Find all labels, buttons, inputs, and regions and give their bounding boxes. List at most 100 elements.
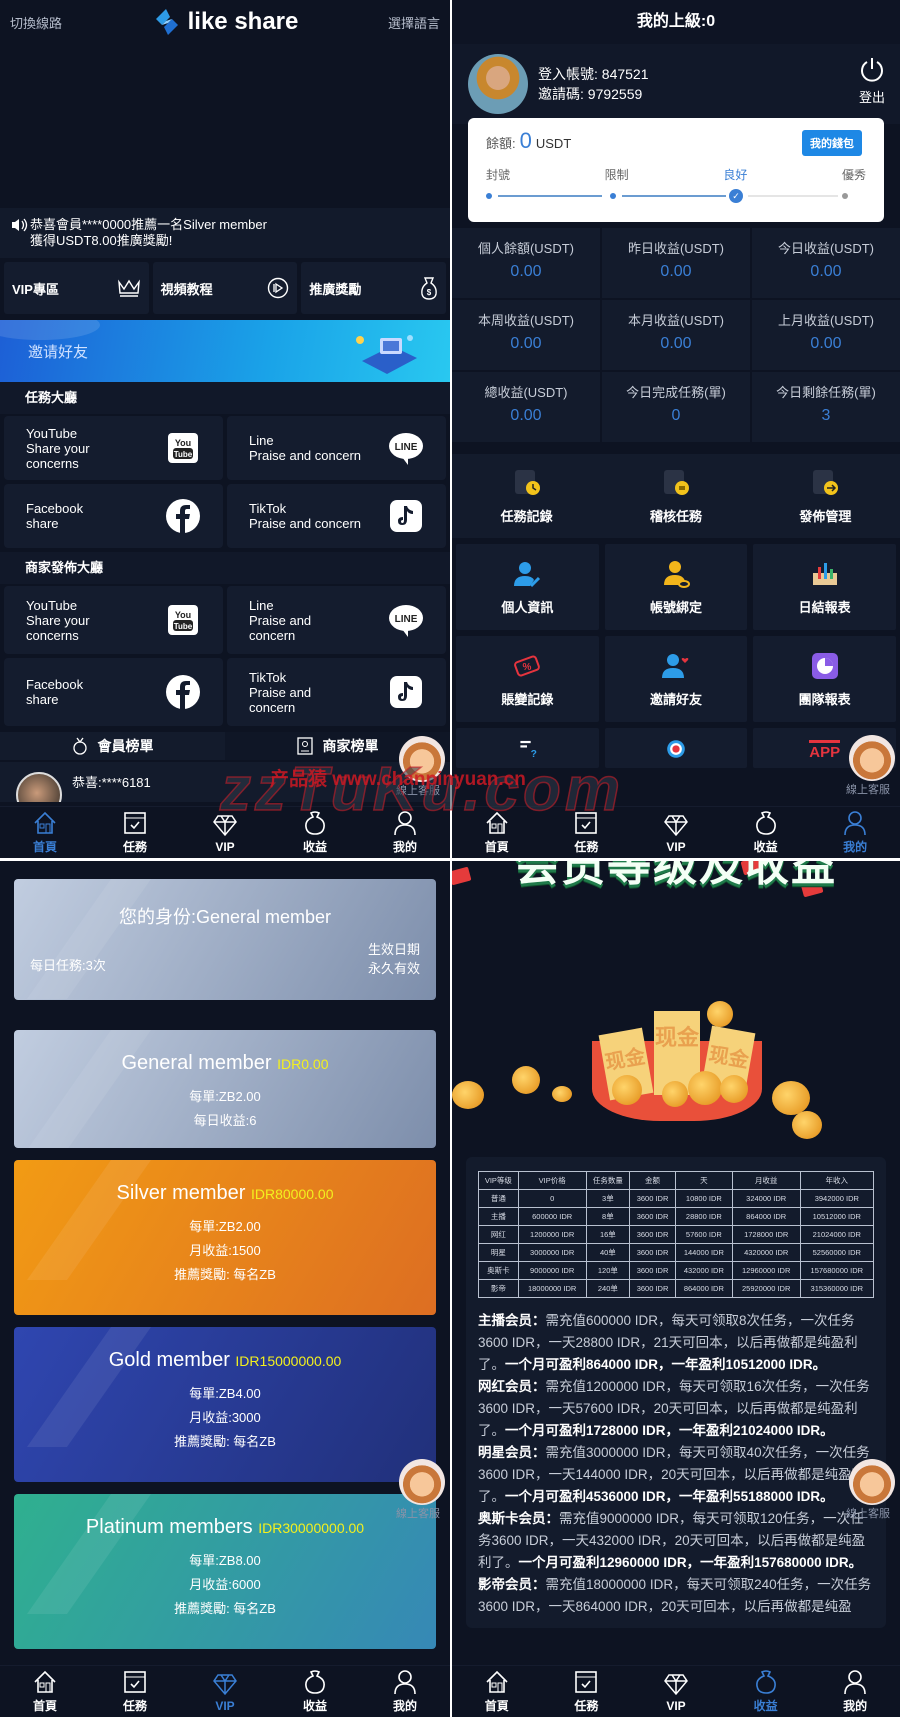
vip-tier-card-silver[interactable]: Silver member IDR80000.00 每單:ZB2.00 月收益:15… (14, 1160, 436, 1315)
tab-home[interactable]: 首頁 (452, 807, 542, 858)
task-card-line[interactable]: Line Praise and concern LINE (227, 416, 446, 480)
menu-help[interactable]: ? (456, 728, 599, 768)
vip-tier-card-gold[interactable]: Gold member IDR15000000.00 每單:ZB4.00 月收益:3… (14, 1327, 436, 1482)
task-card-youtube[interactable]: YouTube Share your concerns You Tube (4, 416, 223, 480)
vip-tier-card-general[interactable]: General member IDR0.00 每單:ZB2.00 每日收益:6 (14, 1030, 436, 1148)
tab-task[interactable]: 任務 (90, 807, 180, 858)
video-tutorial-button[interactable]: 視頻教程 (152, 262, 298, 314)
tab-home[interactable]: 首頁 (452, 1666, 542, 1717)
level-excellent: 優秀 (841, 168, 866, 182)
customer-service-button[interactable]: 線上客服 (396, 1459, 446, 1521)
account-value: 847521 (601, 66, 649, 82)
table-cell: 9000000 IDR (517, 1261, 587, 1280)
rule-paragraph: 奥斯卡会员：需充值9000000 IDR，每天可领取120任务，一次任务3600… (478, 1508, 874, 1574)
tab-user[interactable]: 我的 (360, 807, 450, 858)
app-icon: APP (809, 740, 841, 761)
table-cell: 影帝 (478, 1279, 519, 1298)
tab-money-bag[interactable]: 收益 (270, 807, 360, 858)
menu-team-report[interactable]: 團隊報表 (753, 636, 896, 722)
task-card-title: YouTube (26, 425, 78, 441)
logout-button[interactable]: 登出 (858, 56, 886, 106)
menu-audit-tasks[interactable]: 稽核任務 (601, 454, 750, 538)
tab-label: 任務 (122, 1699, 147, 1713)
promotion-reward-button[interactable]: 推廣獎勵 $ (301, 262, 447, 314)
my-wallet-button[interactable]: 我的錢包 (802, 130, 862, 156)
invite-friends-banner[interactable]: 邀请好友 (0, 320, 450, 382)
customer-service-label: 線上客服 (846, 1508, 890, 1520)
money-bag-icon (755, 811, 776, 835)
tab-label: 首頁 (484, 840, 509, 854)
menu-invite-friends[interactable]: 邀請好友 (604, 636, 748, 722)
customer-service-button[interactable]: 線上客服 (846, 735, 896, 797)
stat-label: 今日收益(USDT) (777, 241, 875, 256)
coin-icon (552, 1086, 572, 1102)
home-icon (34, 811, 56, 834)
table-row: 主播 600000 IDR 8单 3600 IDR 28800 IDR 864000 ID… (478, 1207, 875, 1226)
table-row: 网红 1200000 IDR 16单 3600 IDR 57600 IDR 1728000… (478, 1225, 875, 1244)
menu-balance-records[interactable]: % 賬變記錄 (456, 636, 599, 722)
task-card-desc: Praise and concern (249, 684, 312, 715)
vip-zone-button[interactable]: VIP專區 (4, 262, 149, 314)
merchant-card-facebook[interactable]: Facebook share (4, 658, 223, 726)
menu-task-records[interactable]: 任務記錄 (452, 454, 601, 538)
tab-diamond[interactable]: VIP (180, 807, 270, 858)
menu-badge[interactable] (604, 728, 748, 768)
tab-diamond[interactable]: VIP (180, 1666, 270, 1717)
task-card-facebook[interactable]: Facebook share (4, 484, 223, 548)
effective-date: 生效日期 永久有效 (368, 940, 420, 978)
table-cell: 18000000 IDR (517, 1279, 587, 1298)
tab-member-ranking[interactable]: 會員榜單 (0, 732, 225, 760)
table-cell: 3600 IDR (629, 1243, 676, 1262)
tier-name: Platinum members (85, 1516, 253, 1538)
coin-icon (662, 1081, 688, 1107)
tab-user[interactable]: 我的 (360, 1666, 450, 1717)
task-hall-title: 任務大廳 (0, 382, 450, 414)
table-cell: 8单 (585, 1207, 631, 1226)
select-language-link[interactable]: 選擇語言 (388, 13, 440, 32)
task-card-desc: share (26, 692, 59, 707)
user-icon (394, 811, 416, 836)
customer-service-button[interactable]: 線上客服 (846, 1459, 896, 1521)
ranking-item-text: 恭喜:****6181 (72, 775, 151, 790)
account-label: 登入帳號: (538, 66, 598, 82)
tab-money-bag[interactable]: 收益 (721, 1666, 811, 1717)
tab-task[interactable]: 任務 (542, 807, 632, 858)
table-cell: 120单 (585, 1261, 631, 1280)
menu-label: 邀請好友 (649, 691, 702, 707)
tab-home[interactable]: 首頁 (0, 1666, 90, 1717)
task-card-tiktok[interactable]: TikTok Praise and concern (227, 484, 446, 548)
vip-tier-card-platinum[interactable]: Platinum members IDR30000000.00 每單:ZB8.00… (14, 1494, 436, 1649)
tab-money-bag[interactable]: 收益 (721, 807, 811, 858)
tab-label: 我的 (843, 1699, 868, 1713)
menu-daily-report[interactable]: 日結報表 (753, 544, 896, 630)
merchant-card-tiktok[interactable]: TikTok Praise and concern (227, 658, 446, 726)
task-card-title: TikTok (249, 501, 287, 516)
mine-screen: 我的上級:0 登入帳號: 847521 邀請碼: 9792559 登出 餘額: … (452, 0, 900, 858)
merchant-card-line[interactable]: Line Praise and concern LINE (227, 586, 446, 654)
avatar[interactable] (468, 54, 528, 114)
banner-area[interactable] (0, 44, 450, 208)
level-restricted: 限制 (604, 168, 629, 182)
svg-text:Tube: Tube (174, 450, 193, 459)
customer-service-button[interactable]: 線上客服 (396, 736, 446, 798)
table-cell: 28800 IDR (674, 1207, 733, 1226)
tier-details: 每單:ZB8.00 月收益:6000 推薦獎勵: 每名ZB (14, 1549, 436, 1621)
tab-diamond[interactable]: VIP (631, 807, 721, 858)
menu-account-binding[interactable]: 帳號綁定 (604, 544, 748, 630)
tab-user[interactable]: 我的 (810, 1666, 900, 1717)
tab-diamond[interactable]: VIP (631, 1666, 721, 1717)
membership-rules: 主播会员：需充值600000 IDR，每天可领取8次任务，一次任务3600 ID… (478, 1310, 874, 1618)
menu-personal-info[interactable]: 個人資訊 (456, 544, 599, 630)
menu-label: 發佈管理 (799, 508, 852, 524)
tab-money-bag[interactable]: 收益 (270, 1666, 360, 1717)
tab-task[interactable]: 任務 (542, 1666, 632, 1717)
switch-route-link[interactable]: 切換線路 (10, 13, 62, 32)
tab-home[interactable]: 首頁 (0, 807, 90, 858)
svg-text:?: ? (531, 749, 537, 760)
money-bag-icon: $ (421, 277, 437, 300)
table-header-cell: 月收益 (731, 1171, 801, 1190)
menu-publish-management[interactable]: 發佈管理 (751, 454, 900, 538)
merchant-card-youtube[interactable]: YouTube Share your concerns You Tube (4, 586, 223, 654)
tab-user[interactable]: 我的 (810, 807, 900, 858)
tab-task[interactable]: 任務 (90, 1666, 180, 1717)
